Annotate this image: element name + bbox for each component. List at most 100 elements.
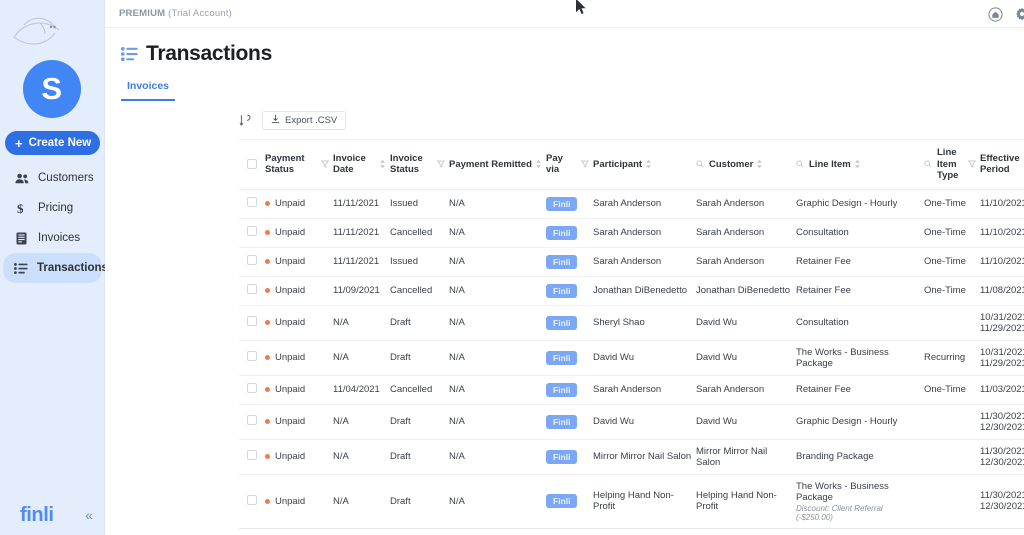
- row-select-cell: [239, 189, 265, 219]
- table-row[interactable]: Unpaid N/A Draft N/A Finli Mirror Mirror Nail…: [239, 439, 1024, 475]
- cell-effective-period: 11/03/2021: [980, 375, 1024, 405]
- pay-via-badge: Finli: [546, 449, 578, 464]
- cell-invoice-date: N/A: [333, 305, 390, 341]
- cell-payment-status: Unpaid: [265, 218, 333, 248]
- cell-line-item-type: One-Time: [924, 375, 980, 405]
- cell-line-item-type: [924, 439, 980, 475]
- filter-icon[interactable]: [581, 160, 589, 169]
- th-effective-period[interactable]: Effective Period: [980, 140, 1024, 190]
- sidebar-item-customers[interactable]: Customers: [3, 163, 102, 193]
- cell-invoice-date: 11/11/2021: [333, 247, 390, 277]
- table-row[interactable]: Unpaid 11/04/2021 Cancelled N/A Finli Sarah A…: [239, 375, 1024, 405]
- row-checkbox[interactable]: [247, 415, 257, 426]
- table-row[interactable]: Unpaid N/A Draft N/A Finli David Wu David Wu Gr…: [239, 404, 1024, 440]
- account-avatar[interactable]: S: [23, 60, 81, 118]
- table-row[interactable]: Unpaid N/A Draft N/A Finli Sheryl Shao David W…: [239, 305, 1024, 341]
- row-checkbox[interactable]: [247, 197, 257, 208]
- sidebar-item-pricing[interactable]: $ Pricing: [3, 193, 102, 223]
- row-checkbox[interactable]: [247, 351, 257, 362]
- status-dot: [265, 355, 270, 361]
- search-icon[interactable]: [696, 160, 704, 168]
- cell-invoice-date: 11/09/2021: [333, 276, 390, 306]
- payment-status-text: Unpaid: [275, 384, 306, 396]
- cell-effective-period: 11/10/2021: [980, 247, 1024, 277]
- sidebar-item-transactions[interactable]: Transactions: [3, 253, 108, 283]
- th-invoice-date[interactable]: Invoice Date: [333, 140, 390, 190]
- th-label: Line Item: [809, 158, 851, 170]
- select-all-checkbox[interactable]: [247, 159, 257, 170]
- th-select-all: [239, 140, 265, 190]
- search-icon[interactable]: [924, 160, 932, 168]
- cell-participant: Jonathan DiBenedetto: [593, 276, 696, 306]
- th-line-item-type[interactable]: Line Item Type: [924, 140, 980, 190]
- gear-icon[interactable]: [1014, 7, 1024, 22]
- th-line-item[interactable]: Line Item: [796, 140, 924, 190]
- account-avatar-initial: S: [41, 71, 63, 106]
- cell-participant: Helping Hand Non-Profit: [593, 474, 696, 529]
- row-checkbox[interactable]: [247, 284, 257, 295]
- home-icon[interactable]: [988, 6, 1004, 22]
- th-pay-via[interactable]: Pay via: [546, 140, 593, 190]
- cell-effective-period: 11/08/2021: [980, 276, 1024, 306]
- row-checkbox[interactable]: [247, 316, 257, 327]
- status-dot: [265, 387, 270, 393]
- sidebar-item-invoices[interactable]: Invoices: [3, 223, 102, 253]
- create-new-button[interactable]: + Create New: [5, 131, 100, 155]
- th-label: Participant: [593, 158, 643, 170]
- filter-icon[interactable]: [968, 160, 976, 169]
- th-payment-status[interactable]: Payment Status: [265, 140, 333, 190]
- pay-via-badge: Finli: [546, 254, 578, 269]
- table-row[interactable]: Unpaid N/A Draft N/A Finli David Wu David Wu Th…: [239, 340, 1024, 376]
- table-row[interactable]: Unpaid 11/11/2021 Issued N/A Finli Sarah Ande…: [239, 247, 1024, 277]
- sort-icon[interactable]: [645, 159, 652, 169]
- status-dot: [265, 230, 270, 236]
- status-dot: [265, 498, 270, 504]
- row-checkbox[interactable]: [247, 383, 257, 394]
- table-row[interactable]: Unpaid 11/11/2021 Issued N/A Finli Sarah Ande…: [239, 189, 1024, 219]
- sidebar-item-label: Transactions: [37, 262, 108, 274]
- row-checkbox[interactable]: [247, 494, 257, 505]
- status-dot: [265, 259, 270, 265]
- cell-pay-via: Finli: [546, 340, 593, 376]
- pay-via-badge: Finli: [546, 196, 578, 211]
- cell-line-item: Consultation: [796, 218, 924, 248]
- sort-icon[interactable]: [379, 159, 386, 169]
- cell-line-item: Branding Package: [796, 439, 924, 475]
- row-checkbox[interactable]: [247, 226, 257, 237]
- cell-payment-status: Unpaid: [265, 474, 333, 529]
- filter-icon[interactable]: [437, 160, 445, 169]
- filter-sort-icon[interactable]: [239, 114, 251, 128]
- th-customer[interactable]: Customer: [696, 140, 796, 190]
- cell-effective-period: 11/30/2021 - 12/30/2021: [980, 474, 1024, 529]
- sort-icon[interactable]: [756, 159, 763, 169]
- filter-icon[interactable]: [321, 160, 329, 169]
- row-checkbox[interactable]: [247, 255, 257, 266]
- row-select-cell: [239, 439, 265, 475]
- export-csv-button[interactable]: Export .CSV: [262, 111, 347, 130]
- status-dot: [265, 201, 270, 207]
- sidebar-collapse-button[interactable]: «: [85, 508, 93, 522]
- th-invoice-status[interactable]: Invoice Status: [390, 140, 449, 190]
- th-payment-remitted[interactable]: Payment Remitted: [449, 140, 546, 190]
- table-row[interactable]: Unpaid 11/09/2021 Cancelled N/A Finli Jonatha…: [239, 276, 1024, 306]
- sort-icon[interactable]: [535, 159, 542, 169]
- cell-payment-remitted: N/A: [449, 189, 546, 219]
- line-item-text: Graphic Design - Hourly: [796, 198, 898, 210]
- table-row[interactable]: Unpaid N/A Draft N/A Finli Helping Hand Non-P…: [239, 474, 1024, 529]
- line-item-text: Branding Package: [796, 451, 874, 463]
- th-participant[interactable]: Participant: [593, 140, 696, 190]
- row-checkbox[interactable]: [247, 450, 257, 461]
- cell-invoice-status: Draft: [390, 439, 449, 475]
- row-select-cell: [239, 247, 265, 277]
- cell-participant: Sarah Anderson: [593, 218, 696, 248]
- tab-invoices[interactable]: Invoices: [121, 80, 176, 101]
- sidebar-nav: Customers $ Pricing Invoices Transaction…: [0, 163, 108, 283]
- cell-payment-status: Unpaid: [265, 439, 333, 475]
- cell-line-item-type: [924, 404, 980, 440]
- cell-invoice-date: N/A: [333, 340, 390, 376]
- table-row[interactable]: Unpaid 11/11/2021 Cancelled N/A Finli Sarah A…: [239, 218, 1024, 248]
- cell-customer: Jonathan DiBenedetto: [696, 276, 796, 306]
- sort-icon[interactable]: [854, 159, 861, 169]
- search-icon[interactable]: [796, 160, 804, 168]
- finli-brand-logo: finli: [20, 504, 54, 526]
